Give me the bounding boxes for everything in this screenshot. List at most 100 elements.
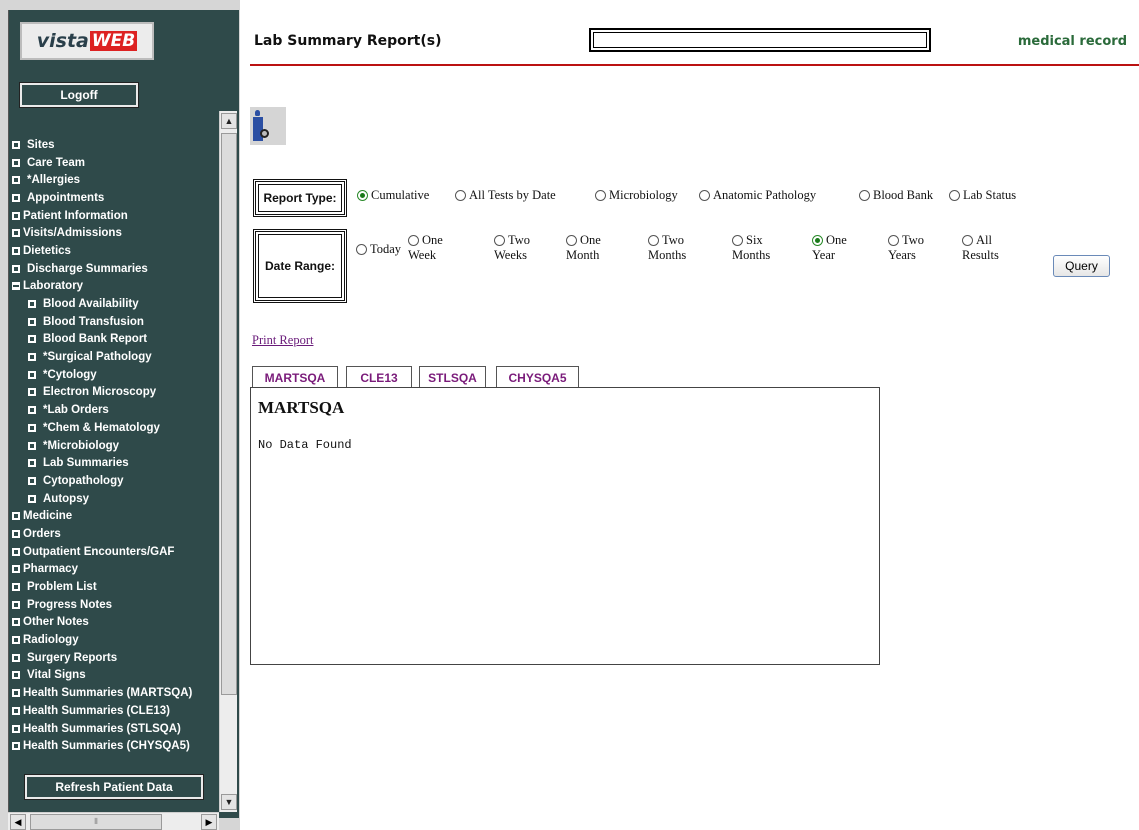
expand-icon[interactable] (28, 476, 36, 485)
date-range-option[interactable]: Two Months (648, 233, 686, 262)
sidebar-item[interactable]: Health Summaries (CLE13) (12, 702, 222, 720)
report-type-option[interactable]: Anatomic Pathology (699, 188, 816, 203)
sidebar-item[interactable]: *Lab Orders (12, 401, 222, 419)
expand-icon[interactable] (12, 565, 20, 574)
sidebar-item[interactable]: Visits/Admissions (12, 224, 222, 242)
expand-icon[interactable] (28, 441, 36, 450)
sidebar-item[interactable]: Orders (12, 525, 222, 543)
sidebar-item[interactable]: Blood Transfusion (12, 313, 222, 331)
tab-site[interactable]: CLE13 (346, 366, 412, 388)
expand-icon[interactable] (28, 300, 36, 309)
sidebar-item[interactable]: Laboratory (12, 278, 222, 296)
sidebar-item[interactable]: *Surgical Pathology (12, 348, 222, 366)
sidebar-item[interactable]: *Cytology (12, 366, 222, 384)
sidebar-item[interactable]: Discharge Summaries (12, 260, 222, 278)
radio-icon[interactable] (595, 189, 606, 201)
expand-icon[interactable] (12, 600, 20, 609)
expand-icon[interactable] (12, 229, 20, 238)
expand-icon[interactable] (28, 423, 36, 432)
radio-icon[interactable] (888, 234, 899, 246)
expand-icon[interactable] (12, 529, 20, 538)
expand-icon[interactable] (12, 618, 20, 627)
date-range-option[interactable]: Two Weeks (494, 233, 530, 262)
tab-site[interactable]: MARTSQA (252, 366, 338, 388)
report-type-option[interactable]: Blood Bank (859, 188, 933, 203)
expand-icon[interactable] (12, 176, 20, 185)
radio-icon[interactable] (732, 234, 743, 246)
expand-icon[interactable] (12, 583, 20, 592)
sidebar-item[interactable]: *Allergies (12, 171, 222, 189)
query-button[interactable]: Query (1053, 255, 1110, 277)
radio-icon[interactable] (408, 234, 419, 246)
report-type-option[interactable]: Microbiology (595, 188, 678, 203)
date-range-option[interactable]: Six Months (732, 233, 770, 262)
patient-lookup-icon[interactable] (250, 107, 286, 145)
sidebar-item[interactable]: Dietetics (12, 242, 222, 260)
scroll-right-icon[interactable]: ▶ (201, 814, 217, 830)
sidebar-item[interactable]: Health Summaries (MARTSQA) (12, 684, 222, 702)
date-range-option[interactable]: One Year (812, 233, 847, 262)
sidebar-item[interactable]: Cytopathology (12, 472, 222, 490)
sidebar-item[interactable]: Autopsy (12, 490, 222, 508)
date-range-option[interactable]: Today (356, 242, 401, 257)
expand-icon[interactable] (12, 140, 20, 149)
expand-icon[interactable] (12, 264, 20, 273)
radio-icon[interactable] (566, 234, 577, 246)
sidebar-item[interactable]: Sites (12, 136, 222, 154)
radio-icon[interactable] (494, 234, 505, 246)
expand-icon[interactable] (28, 388, 36, 397)
date-range-option[interactable]: One Month (566, 233, 601, 262)
sidebar-item[interactable]: Appointments (12, 189, 222, 207)
expand-icon[interactable] (28, 335, 36, 344)
sidebar-item[interactable]: Radiology (12, 631, 222, 649)
expand-icon[interactable] (12, 671, 20, 680)
radio-icon[interactable] (699, 189, 710, 201)
date-range-option[interactable]: All Results (962, 233, 999, 262)
expand-icon[interactable] (28, 370, 36, 379)
report-type-option[interactable]: Cumulative (357, 188, 429, 203)
sidebar-item[interactable]: Lab Summaries (12, 454, 222, 472)
sidebar-item[interactable]: Blood Bank Report (12, 331, 222, 349)
expand-icon[interactable] (12, 636, 20, 645)
expand-icon[interactable] (12, 653, 20, 662)
expand-icon[interactable] (12, 742, 20, 751)
expand-icon[interactable] (28, 494, 36, 503)
tab-site[interactable]: STLSQA (419, 366, 486, 388)
sidebar-item[interactable]: Medicine (12, 507, 222, 525)
sidebar-item[interactable]: Surgery Reports (12, 649, 222, 667)
sidebar-item[interactable]: Patient Information (12, 207, 222, 225)
print-report-link[interactable]: Print Report (252, 333, 313, 348)
date-range-option[interactable]: Two Years (888, 233, 924, 262)
sidebar-item[interactable]: Care Team (12, 154, 222, 172)
sidebar-vertical-scrollbar[interactable]: ▲ ▼ (219, 111, 237, 812)
report-type-option[interactable]: All Tests by Date (455, 188, 556, 203)
scroll-left-icon[interactable]: ◀ (10, 814, 26, 830)
scrollbar-thumb[interactable]: ⦀ (30, 814, 162, 830)
sidebar-item[interactable]: Problem List (12, 578, 222, 596)
expand-icon[interactable] (12, 547, 20, 556)
scroll-down-icon[interactable]: ▼ (221, 794, 237, 810)
expand-icon[interactable] (12, 724, 20, 733)
expand-icon[interactable] (12, 512, 20, 521)
sidebar-item[interactable]: *Microbiology (12, 437, 222, 455)
expand-icon[interactable] (12, 158, 20, 167)
expand-icon[interactable] (12, 689, 20, 698)
expand-icon[interactable] (12, 193, 20, 202)
radio-icon[interactable] (859, 189, 870, 201)
radio-icon[interactable] (357, 189, 368, 201)
radio-icon[interactable] (455, 189, 466, 201)
sidebar-horizontal-scrollbar[interactable]: ◀ ⦀ ▶ (8, 812, 219, 830)
radio-icon[interactable] (949, 189, 960, 201)
sidebar-item[interactable]: Health Summaries (STLSQA) (12, 720, 222, 738)
scrollbar-thumb[interactable] (221, 133, 237, 695)
date-range-option[interactable]: One Week (408, 233, 443, 262)
sidebar-item[interactable]: Vital Signs (12, 667, 222, 685)
radio-icon[interactable] (648, 234, 659, 246)
sidebar-item[interactable]: Health Summaries (CHYSQA5) (12, 737, 222, 755)
scroll-up-icon[interactable]: ▲ (221, 113, 237, 129)
expand-icon[interactable] (12, 706, 20, 715)
sidebar-item[interactable]: *Chem & Hematology (12, 419, 222, 437)
expand-icon[interactable] (28, 353, 36, 362)
logoff-button[interactable]: Logoff (20, 83, 138, 107)
tab-site[interactable]: CHYSQA5 (496, 366, 579, 388)
